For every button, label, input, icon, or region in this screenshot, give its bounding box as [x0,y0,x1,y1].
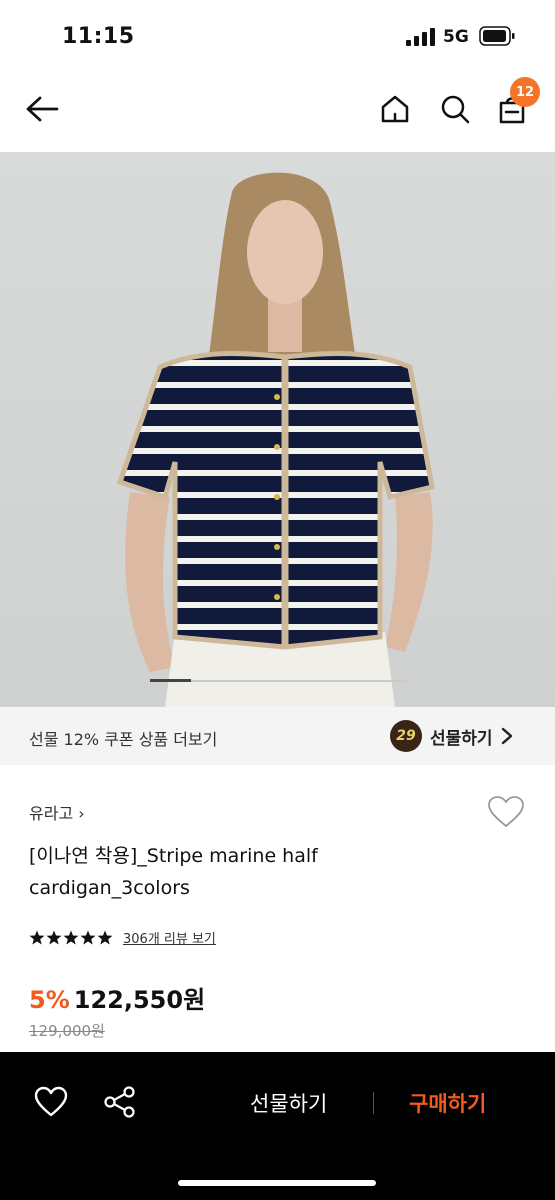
cart-count-badge: 12 [510,77,540,107]
back-button[interactable] [22,89,62,129]
model-photo [0,152,555,707]
gift-coin-badge: 29 [390,720,422,752]
product-image[interactable] [0,152,555,707]
star-icon [63,930,79,945]
review-link[interactable]: 306개 리뷰 보기 [123,928,216,947]
signal-icon [406,28,435,46]
star-icon [29,930,45,945]
image-page-indicator [150,679,407,682]
share-icon[interactable] [102,1084,138,1120]
image-page-indicator-active [150,679,192,682]
home-button[interactable] [375,89,415,129]
buy-button[interactable]: 구매하기 [409,1088,486,1118]
gift-coupon-bar[interactable]: 선물 12% 쿠폰 상품 더보기 29 선물하기 [0,707,555,765]
rating-row: 306개 리뷰 보기 [29,928,216,947]
rating-stars [29,930,113,945]
search-button[interactable] [435,89,475,129]
star-icon [46,930,62,945]
sale-price: 122,550원 [73,986,206,1014]
gift-link[interactable]: 29 선물하기 [390,720,513,752]
gift-coupon-text[interactable]: 선물 12% 쿠폰 상품 더보기 [29,726,217,750]
wishlist-heart-icon[interactable] [487,795,525,829]
original-price: 129,000원 [29,1022,105,1040]
price-row: 5% 122,550원 [29,980,205,1015]
home-icon [381,95,409,123]
status-bar: 11:15 5G [0,0,555,75]
bottom-action-bar: 선물하기 구매하기 [0,1052,555,1200]
back-arrow-icon [26,96,59,122]
chevron-right-icon [501,727,512,745]
star-icon [80,930,96,945]
home-indicator [178,1180,376,1186]
gift-link-label: 선물하기 [430,728,493,749]
status-time: 11:15 [62,24,135,49]
brand-link[interactable]: 유라고 › [29,800,85,824]
top-nav [0,75,555,147]
battery-icon [479,26,515,46]
bottom-divider [373,1092,374,1114]
search-icon [441,95,470,124]
discount-rate: 5% [29,986,70,1014]
gift-button[interactable]: 선물하기 [250,1088,327,1118]
heart-icon[interactable] [33,1084,69,1120]
star-icon [97,930,113,945]
product-title: [이나연 착용]_Stripe marine half cardigan_3co… [29,845,318,899]
network-label: 5G [443,27,469,47]
